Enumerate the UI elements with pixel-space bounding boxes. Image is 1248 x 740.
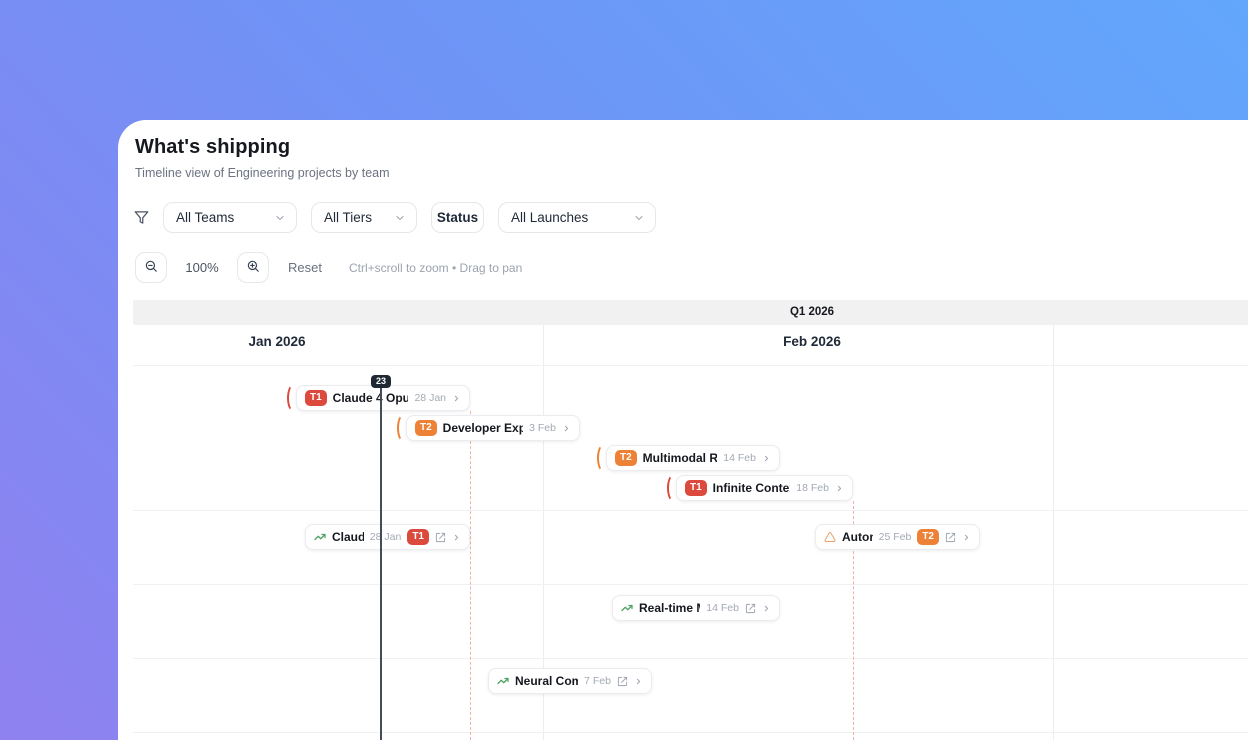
row-separator — [133, 365, 1248, 366]
row-separator — [133, 658, 1248, 659]
milestone-pill-multimodal-realtime[interactable]: T2 Multimodal Real-t... 14 Feb — [597, 444, 780, 472]
launch-pill-neural-computer[interactable]: Neural Computer... 7 Feb — [488, 668, 652, 694]
trending-up-icon — [497, 675, 509, 687]
row-separator — [133, 732, 1248, 733]
status-filter-button[interactable]: Status — [431, 202, 484, 233]
chevron-down-icon — [394, 212, 406, 224]
quarter-header-band: Q1 2026 — [133, 300, 1248, 325]
zoom-in-icon — [246, 259, 260, 276]
row-separator — [133, 584, 1248, 585]
trending-up-icon — [621, 602, 633, 614]
chevron-right-icon — [835, 484, 844, 493]
external-link-icon[interactable] — [745, 603, 756, 614]
row-separator — [133, 510, 1248, 511]
trending-up-icon — [314, 531, 326, 543]
tier-badge: T1 — [407, 529, 429, 545]
launch-date: 28 Jan — [369, 531, 402, 543]
tier-bracket — [667, 474, 680, 502]
chevron-right-icon — [562, 424, 571, 433]
page-background: { "page": { "title": "What's shipping", … — [0, 0, 1248, 740]
chevron-right-icon — [962, 533, 971, 542]
milestone-pill-infinite-context[interactable]: T1 Infinite Context + ... 18 Feb — [667, 474, 853, 502]
milestone-date: 18 Feb — [796, 482, 829, 494]
launches-filter-select[interactable]: All Launches — [498, 202, 656, 233]
page-subtitle: Timeline view of Engineering projects by… — [135, 166, 390, 180]
milestone-title: Developer Experie... — [442, 421, 524, 435]
chevron-right-icon — [452, 394, 461, 403]
month-label-feb: Feb 2026 — [783, 334, 841, 349]
external-link-icon[interactable] — [945, 532, 956, 543]
ship-date-guide-line — [470, 411, 471, 740]
today-date-badge: 23 — [370, 375, 392, 388]
month-label-jan: Jan 2026 — [248, 334, 306, 349]
launch-date: 25 Feb — [878, 531, 912, 543]
teams-filter-value: All Teams — [176, 210, 235, 225]
filter-bar: All Teams All Tiers Status All Launches — [134, 202, 656, 233]
tiers-filter-value: All Tiers — [324, 210, 373, 225]
warning-triangle-icon — [824, 531, 836, 543]
month-header-row: Jan 2026 Feb 2026 — [133, 325, 1248, 365]
milestone-pill-claude-4-opus[interactable]: T1 Claude 4 Opus + ... 28 Jan — [287, 384, 470, 412]
zoom-out-button[interactable] — [135, 252, 167, 283]
chevron-down-icon — [274, 212, 286, 224]
milestone-date: 14 Feb — [723, 452, 756, 464]
launch-pill-autonomous[interactable]: Autonomo... 25 Feb T2 — [815, 524, 980, 550]
tiers-filter-select[interactable]: All Tiers — [311, 202, 417, 233]
launch-pill-claude-4[interactable]: Claude 4 ... 28 Jan T1 — [305, 524, 470, 550]
chevron-down-icon — [633, 212, 645, 224]
zoom-level-value: 100% — [185, 260, 219, 275]
whats-shipping-panel: What's shipping Timeline view of Enginee… — [118, 120, 1248, 740]
external-link-icon[interactable] — [435, 532, 446, 543]
tier-bracket — [597, 444, 610, 472]
chevron-right-icon — [762, 604, 771, 613]
zoom-toolbar: 100% Reset Ctrl+scroll to zoom • Drag to… — [135, 252, 522, 283]
launch-date: 14 Feb — [706, 602, 739, 614]
chevron-right-icon — [762, 454, 771, 463]
milestone-title: Multimodal Real-t... — [642, 451, 718, 465]
quarter-label: Q1 2026 — [789, 306, 835, 318]
zoom-hint-text: Ctrl+scroll to zoom • Drag to pan — [348, 260, 523, 275]
page-title: What's shipping — [135, 136, 291, 158]
launch-title: Real-time Multi... — [639, 601, 700, 615]
launch-title: Autonomo... — [842, 530, 873, 544]
tier-badge: T2 — [615, 450, 637, 466]
launch-date: 7 Feb — [584, 675, 611, 687]
milestone-title: Infinite Context + ... — [712, 481, 791, 495]
tier-badge: T2 — [415, 420, 437, 436]
launches-filter-value: All Launches — [511, 210, 589, 225]
external-link-icon[interactable] — [617, 676, 628, 687]
zoom-out-icon — [144, 259, 158, 276]
tier-bracket — [287, 384, 300, 412]
today-marker-line — [380, 383, 382, 740]
filter-funnel-icon — [134, 210, 149, 225]
milestone-date: 28 Jan — [414, 392, 446, 404]
launch-pill-realtime-multimodal[interactable]: Real-time Multi... 14 Feb — [612, 595, 780, 621]
launch-title: Neural Computer... — [515, 674, 579, 688]
launch-title: Claude 4 ... — [332, 530, 364, 544]
tier-bracket — [397, 414, 410, 442]
tier-badge: T1 — [685, 480, 707, 496]
tier-badge: T2 — [917, 529, 939, 545]
zoom-in-button[interactable] — [237, 252, 269, 283]
teams-filter-select[interactable]: All Teams — [163, 202, 297, 233]
month-gridline — [1053, 325, 1054, 740]
chevron-right-icon — [452, 533, 461, 542]
milestone-pill-developer-experience[interactable]: T2 Developer Experie... 3 Feb — [397, 414, 580, 442]
tier-badge: T1 — [305, 390, 327, 406]
zoom-reset-button[interactable]: Reset — [288, 260, 322, 275]
milestone-date: 3 Feb — [529, 422, 556, 434]
milestone-title: Claude 4 Opus + ... — [332, 391, 409, 405]
chevron-right-icon — [634, 677, 643, 686]
